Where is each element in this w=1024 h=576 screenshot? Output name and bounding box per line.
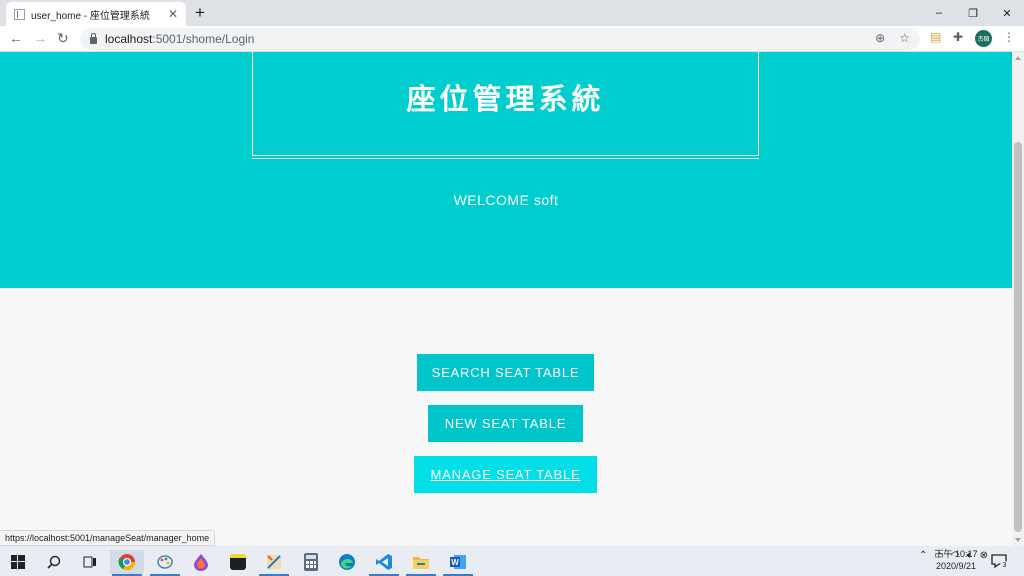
minimize-button[interactable]: –: [922, 0, 956, 26]
edge-icon[interactable]: [330, 550, 364, 574]
vertical-scrollbar[interactable]: [1012, 52, 1024, 546]
sticky-notes-icon[interactable]: [221, 550, 255, 574]
chevron-up-icon[interactable]: ⌃: [919, 550, 927, 561]
extension-icon[interactable]: ▤: [930, 30, 941, 44]
url-host: localhost: [105, 32, 153, 46]
title-frame: 座位管理系統: [252, 52, 759, 159]
restore-button[interactable]: ❐: [956, 0, 990, 26]
page-viewport: 座位管理系統 WELCOME soft SEARCH SEAT TABLE NE…: [0, 52, 1012, 546]
svg-text:W: W: [451, 558, 459, 567]
new-seat-table-button[interactable]: NEW SEAT TABLE: [428, 405, 583, 442]
clock-date: 2020/9/21: [935, 561, 977, 571]
close-window-button[interactable]: ✕: [990, 0, 1024, 26]
zoom-icon[interactable]: ⊕: [875, 31, 885, 45]
scroll-down-arrow-icon[interactable]: [1015, 538, 1021, 542]
new-tab-button[interactable]: +: [195, 3, 205, 23]
site-title: 座位管理系統: [406, 84, 605, 116]
link-status-bar: https://localhost:5001/manageSeat/manage…: [0, 530, 216, 546]
menu-kebab-icon[interactable]: ⋮: [1003, 30, 1015, 44]
hero-banner: 座位管理系統 WELCOME soft: [0, 52, 1012, 288]
windows-start-icon[interactable]: [1, 550, 35, 574]
search-seat-table-button[interactable]: SEARCH SEAT TABLE: [417, 354, 594, 391]
scroll-up-arrow-icon[interactable]: [1015, 56, 1021, 60]
profile-avatar[interactable]: 杰碩: [975, 30, 992, 47]
browser-tab[interactable]: user_home - 座位管理系統 ✕: [6, 2, 186, 26]
word-icon[interactable]: W: [441, 550, 475, 576]
back-button[interactable]: ←: [9, 30, 23, 46]
notification-count: 3: [1000, 561, 1009, 570]
window-controls: – ❐ ✕: [922, 0, 1024, 26]
tool-icon[interactable]: [257, 550, 291, 576]
system-clock[interactable]: 下午 10:17 2020/9/21: [930, 548, 982, 572]
notification-center-icon[interactable]: 3: [990, 552, 1009, 570]
bookmark-star-icon[interactable]: ☆: [899, 31, 910, 45]
calculator-icon[interactable]: [294, 550, 328, 574]
omnibox-actions: ⊕ ☆: [875, 31, 910, 45]
forward-button[interactable]: →: [33, 30, 47, 46]
tab-close-icon[interactable]: ✕: [168, 7, 178, 21]
lock-icon[interactable]: [90, 32, 97, 44]
task-view-icon[interactable]: [73, 550, 107, 574]
welcome-text: WELCOME soft: [453, 192, 559, 208]
clock-time: 下午 10:17: [934, 549, 978, 559]
tab-title: user_home - 座位管理系統: [31, 10, 150, 22]
url-path: :5001/shome/Login: [152, 32, 255, 46]
windows-taskbar: W ⌃ ▭ ◠ 🔈︎ ⊗: [0, 546, 1024, 576]
vscode-icon[interactable]: [367, 550, 401, 576]
page-favicon-icon: [14, 8, 25, 20]
address-bar[interactable]: localhost:5001/shome/Login ⊕ ☆: [80, 28, 920, 50]
paint-icon[interactable]: [148, 550, 182, 576]
extensions-puzzle-icon[interactable]: ✚: [953, 30, 963, 44]
manage-seat-table-button[interactable]: MANAGE SEAT TABLE: [414, 456, 597, 493]
chrome-icon[interactable]: [110, 550, 144, 576]
search-icon[interactable]: [37, 550, 71, 574]
browser-toolbar: ← → ↻ localhost:5001/shome/Login ⊕ ☆ ▤ ✚…: [0, 26, 1024, 52]
browser-icon[interactable]: [184, 550, 218, 574]
reload-button[interactable]: ↻: [57, 30, 69, 47]
scroll-thumb[interactable]: [1014, 142, 1022, 532]
browser-titlebar: user_home - 座位管理系統 ✕ + – ❐ ✕: [0, 0, 1024, 26]
file-explorer-icon[interactable]: [404, 550, 438, 576]
